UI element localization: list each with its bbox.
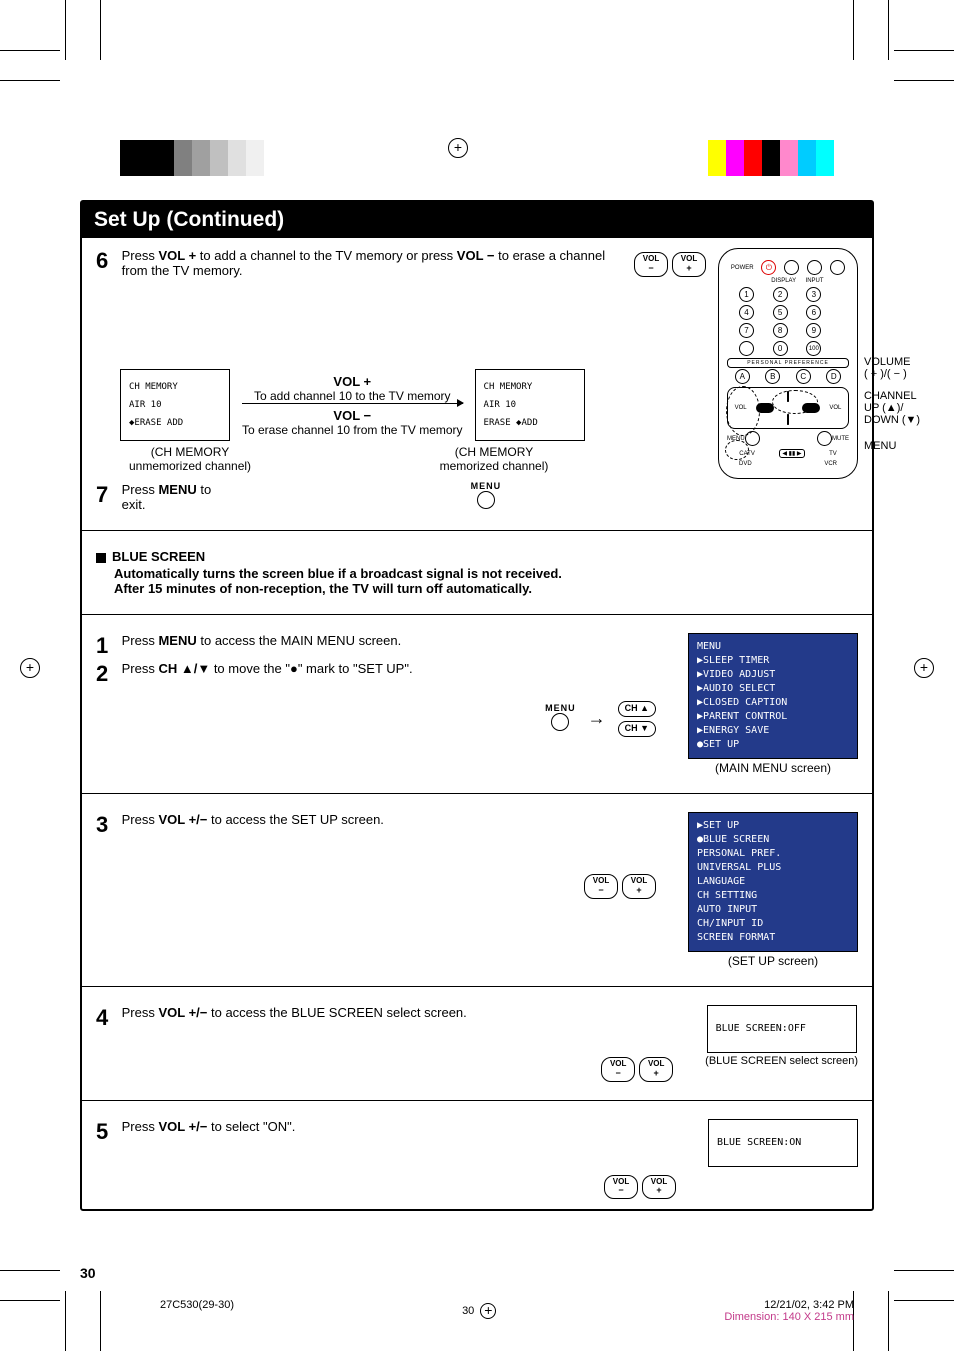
page-title: Set Up (Continued) xyxy=(82,202,872,238)
registration-mark-bottom xyxy=(480,1303,496,1319)
callout-channel: CHANNELUP (▲)/DOWN (▼) xyxy=(864,390,920,426)
blue-screen-heading: BLUE SCREEN xyxy=(112,549,205,564)
crop-mark xyxy=(894,1270,954,1271)
crop-mark xyxy=(0,1270,60,1271)
vol-plus-pill: VOL+ xyxy=(672,252,706,277)
step-6: 6 Press VOL + to add a channel to the TV… xyxy=(82,238,872,522)
page-number: 30 xyxy=(80,1265,874,1281)
osd-blue-off-caption: (BLUE SCREEN select screen) xyxy=(705,1055,858,1067)
step-4: 4 Press VOL +/− to access the BLUE SCREE… xyxy=(96,1005,693,1031)
menu-button-illustration: MENU xyxy=(471,481,502,512)
ch-up-pill: CH ▲ xyxy=(618,701,656,717)
osd-setup-caption: (SET UP screen) xyxy=(728,954,818,968)
menu-button-illustration: MENU xyxy=(545,703,576,734)
vol-plus-heading: VOL + xyxy=(333,374,371,389)
chmem-right-caption: (CH MEMORYmemorized channel) xyxy=(424,445,564,473)
osd-chmem-right: CH MEMORY AIR 10 ERASE ◆ADD xyxy=(475,369,585,441)
color-bars-left xyxy=(120,140,264,176)
registration-mark-left xyxy=(20,658,40,678)
chmem-left-caption: (CH MEMORYunmemorized channel) xyxy=(120,445,260,473)
blue-screen-section: BLUE SCREEN Automatically turns the scre… xyxy=(82,539,872,606)
step-6-number: 6 xyxy=(96,248,118,274)
crop-mark xyxy=(894,50,954,51)
osd-setup: ▶SET UP ●BLUE SCREEN PERSONAL PREF. UNIV… xyxy=(688,812,858,952)
crop-mark xyxy=(65,0,66,60)
crop-mark xyxy=(853,0,854,60)
osd-main-menu-caption: (MAIN MENU screen) xyxy=(715,761,831,775)
vol-buttons: VOL− VOL+ xyxy=(96,874,676,899)
crop-mark xyxy=(0,1300,60,1301)
vol-buttons: VOL− VOL+ xyxy=(96,1175,696,1200)
job-info-footer: 27C530(29-30) 30 12/21/02, 3:42 PM Dimen… xyxy=(160,1299,854,1323)
page-frame: Set Up (Continued) 6 Press VOL + to add … xyxy=(80,200,874,1211)
osd-blue-off: BLUE SCREEN:OFF xyxy=(707,1005,857,1053)
crop-mark xyxy=(888,0,889,60)
vol-minus-caption: To erase channel 10 from the TV memory xyxy=(242,423,463,437)
arrow-icon: → xyxy=(588,708,606,729)
crop-mark xyxy=(100,1291,101,1351)
arrow-icon xyxy=(242,403,463,404)
square-bullet-icon xyxy=(96,553,106,563)
blue-screen-desc: Automatically turns the screen blue if a… xyxy=(114,566,594,596)
crop-mark xyxy=(894,80,954,81)
ch-down-pill: CH ▼ xyxy=(618,721,656,737)
step-3: 3 Press VOL +/− to access the SET UP scr… xyxy=(96,812,676,838)
vol-buttons: VOL− VOL+ xyxy=(634,252,706,277)
osd-chmem-left: CH MEMORY AIR 10 ◆ERASE ADD xyxy=(120,369,230,441)
vol-buttons: VOL− VOL+ xyxy=(96,1057,693,1082)
step-1: 1 Press MENU to access the MAIN MENU scr… xyxy=(96,633,676,659)
remote-diagram: POWER ⏻ DISPLAYINPUT 123 456 789 0100 xyxy=(718,248,858,479)
vol-minus-heading: VOL − xyxy=(333,408,371,423)
step-6-text: Press VOL + to add a channel to the TV m… xyxy=(122,248,622,278)
osd-blue-on: BLUE SCREEN:ON xyxy=(708,1119,858,1167)
step-7-text: Press MENU to exit. xyxy=(122,482,239,512)
step-5: 5 Press VOL +/− to select "ON". xyxy=(96,1119,696,1145)
dvd-vcr-icon xyxy=(784,260,799,275)
crop-mark xyxy=(65,1291,66,1351)
crop-mark xyxy=(0,80,60,81)
crop-mark xyxy=(888,1291,889,1351)
callout-volume: VOLUME( + )/( − ) xyxy=(864,356,910,380)
vol-plus-caption: To add channel 10 to the TV memory xyxy=(254,389,451,403)
registration-mark-right xyxy=(914,658,934,678)
crop-mark xyxy=(894,1300,954,1301)
registration-mark-top xyxy=(448,138,468,158)
osd-main-menu: MENU ▶SLEEP TIMER▶VIDEO ADJUST▶AUDIO SEL… xyxy=(688,633,858,759)
callout-menu: MENU xyxy=(864,440,896,452)
step-2: 2 Press CH ▲/▼ to move the "●" mark to "… xyxy=(96,661,676,687)
step-7-number: 7 xyxy=(96,482,118,508)
color-bars-right xyxy=(708,140,834,176)
crop-mark xyxy=(0,50,60,51)
vol-minus-pill: VOL− xyxy=(634,252,668,277)
crop-mark xyxy=(100,0,101,60)
